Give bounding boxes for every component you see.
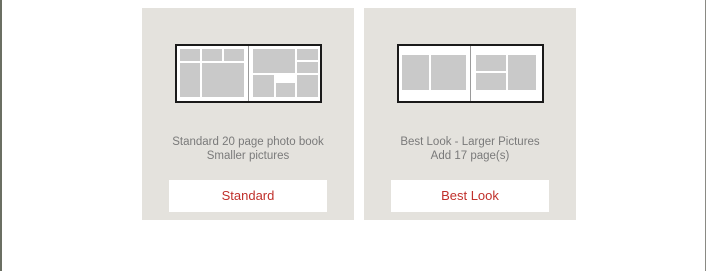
book-spine xyxy=(248,46,249,101)
photo-placeholder xyxy=(202,63,244,97)
photo-placeholder xyxy=(224,49,244,61)
photo-placeholder xyxy=(253,75,274,97)
standard-layout-preview xyxy=(175,44,322,103)
option-description-line1: Best Look - Larger Pictures xyxy=(400,136,540,148)
best-look-button[interactable]: Best Look xyxy=(391,180,549,212)
photo-placeholder xyxy=(431,55,466,90)
option-description-line1: Standard 20 page photo book xyxy=(172,136,324,148)
photo-placeholder xyxy=(180,63,200,97)
photo-placeholder xyxy=(276,83,295,97)
layout-option-standard[interactable]: Standard 20 page photo book Smaller pict… xyxy=(142,8,354,220)
option-description-line2: Add 17 page(s) xyxy=(430,150,510,162)
photo-placeholder xyxy=(402,55,429,90)
photo-placeholder xyxy=(297,49,318,60)
photo-placeholder xyxy=(297,75,318,97)
photo-placeholder xyxy=(508,55,536,90)
photo-placeholder xyxy=(297,62,318,73)
photo-placeholder xyxy=(180,49,200,61)
best-look-layout-preview xyxy=(397,44,544,103)
standard-button[interactable]: Standard xyxy=(169,180,327,212)
photo-placeholder xyxy=(202,49,222,61)
photo-placeholder xyxy=(476,55,506,71)
photo-placeholder xyxy=(253,49,295,73)
book-spine xyxy=(470,46,471,101)
option-description-line2: Smaller pictures xyxy=(206,150,290,162)
layout-option-best-look[interactable]: Best Look - Larger Pictures Add 17 page(… xyxy=(364,8,576,220)
photo-placeholder xyxy=(476,73,506,90)
left-edge-divider xyxy=(0,0,2,271)
